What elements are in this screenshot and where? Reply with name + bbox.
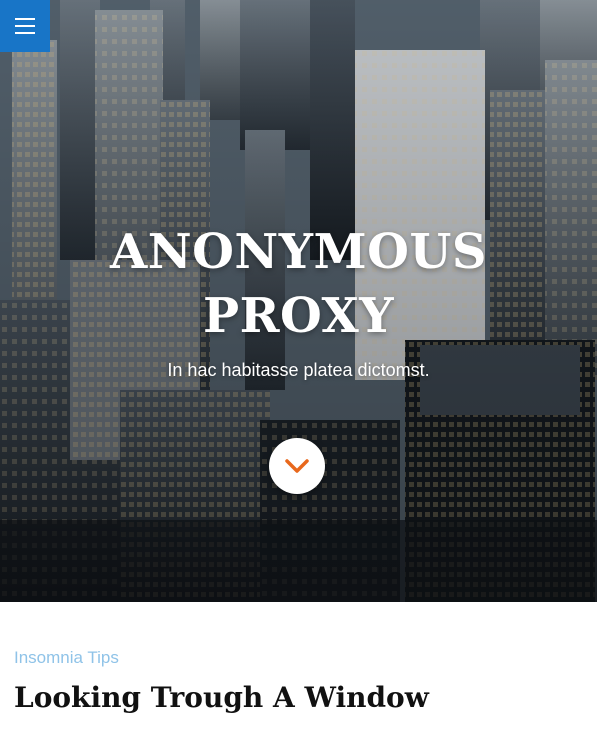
menu-button[interactable] xyxy=(0,0,50,52)
chevron-down-icon xyxy=(285,459,309,473)
hero-title-line-2: PROXY xyxy=(203,288,394,344)
hero-section: ANONYMOUS PROXY In hac habitasse platea … xyxy=(0,0,597,602)
hero-subtitle: In hac habitasse platea dictomst. xyxy=(167,360,430,380)
hero-title-line-1: ANONYMOUS xyxy=(109,224,488,280)
post-title[interactable]: Looking Trough A Window xyxy=(14,680,584,716)
hamburger-menu-icon xyxy=(15,18,35,34)
hero-title: ANONYMOUS PROXY xyxy=(0,220,597,348)
scroll-down-button[interactable] xyxy=(269,438,325,494)
post-category-link[interactable]: Insomnia Tips xyxy=(14,648,584,668)
post-preview: Insomnia Tips Looking Trough A Window xyxy=(14,648,584,716)
